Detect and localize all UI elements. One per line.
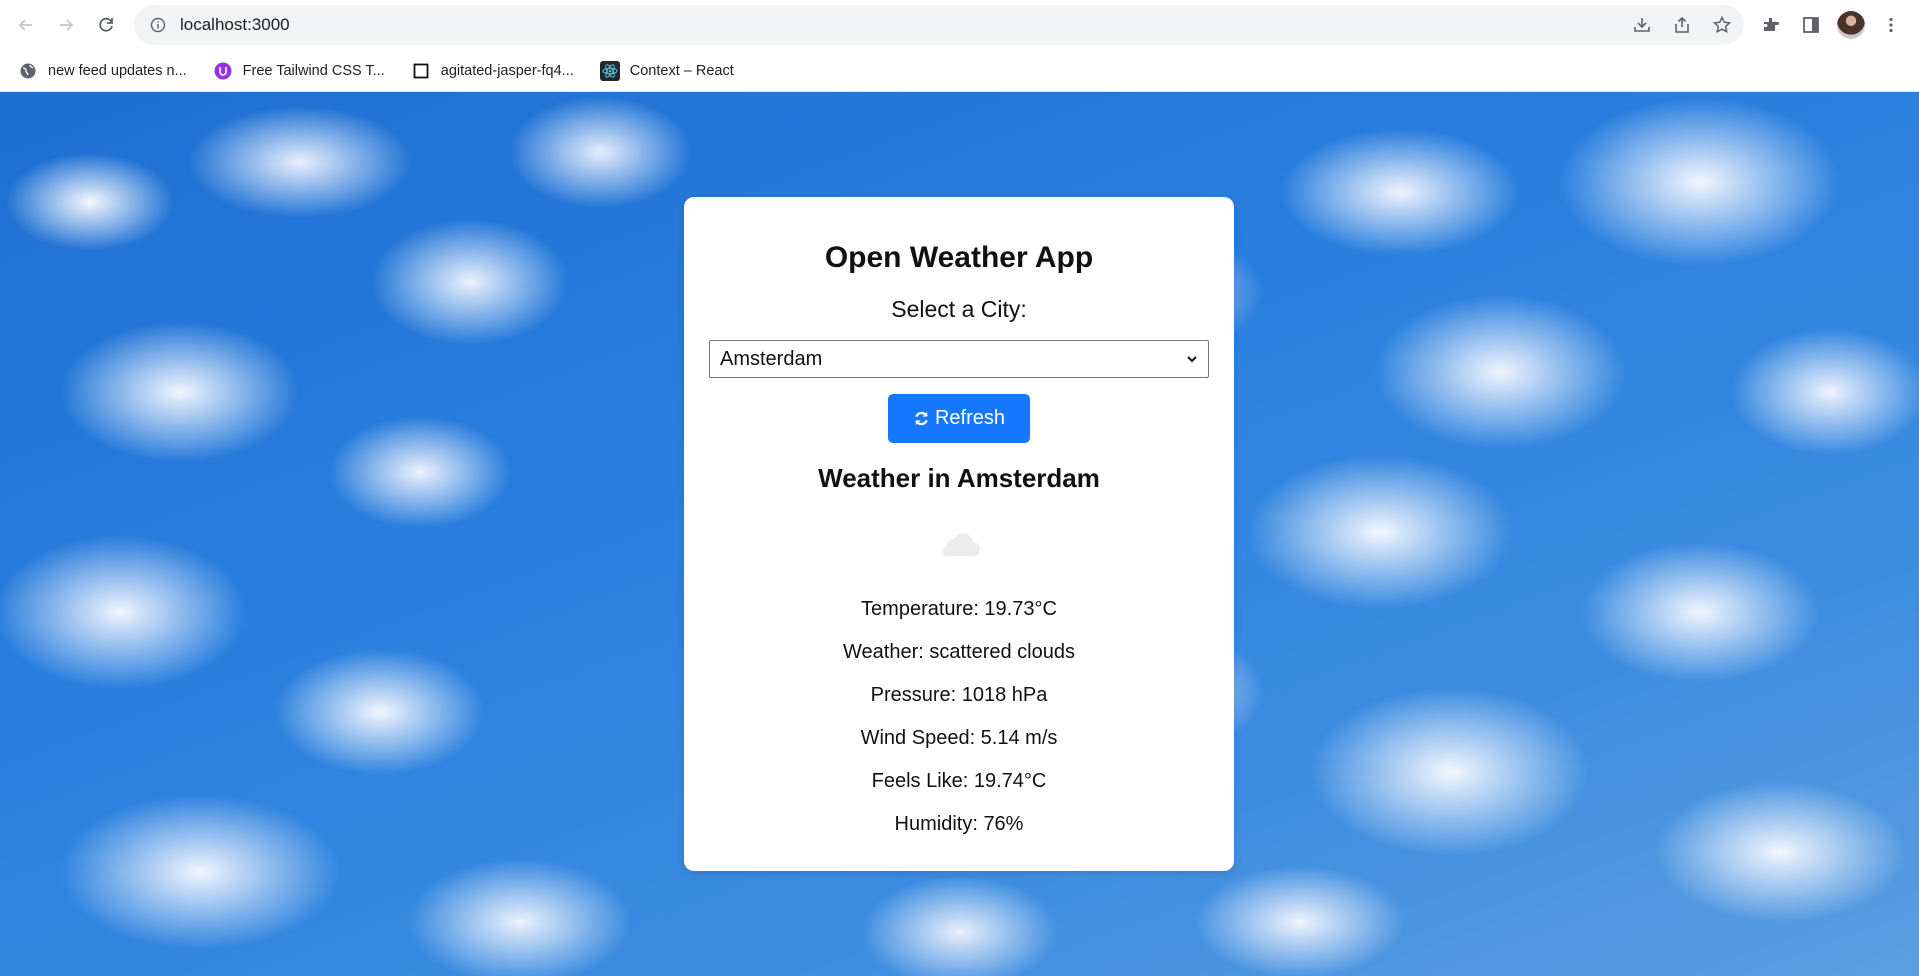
arrow-left-icon	[18, 19, 32, 31]
react-icon	[599, 60, 620, 81]
wind-speed-text: Wind Speed: 5.14 m/s	[860, 727, 1058, 749]
browser-actions	[1755, 5, 1907, 45]
bookmark-label: Context – React	[629, 62, 734, 79]
back-button[interactable]	[6, 5, 46, 45]
bookmark-label: agitated-jasper-fq4...	[440, 62, 574, 79]
refresh-icon	[913, 410, 930, 427]
bookmark-label: new feed updates n...	[48, 62, 187, 79]
avatar	[1837, 11, 1865, 39]
page-viewport: Open Weather App Select a City: Amsterda…	[0, 92, 1919, 976]
star-icon[interactable]	[1708, 11, 1736, 39]
city-select-value: Amsterdam	[720, 347, 823, 370]
browser-toolbar: localhost:3000	[0, 0, 1919, 50]
reload-button[interactable]	[86, 5, 126, 45]
weather-card: Open Weather App Select a City: Amsterda…	[684, 197, 1234, 871]
refresh-button[interactable]: Refresh	[888, 394, 1030, 443]
url-text[interactable]: localhost:3000	[180, 15, 290, 35]
temperature-text: Temperature: 19.73°C	[861, 598, 1057, 620]
pressure-text: Pressure: 1018 hPa	[870, 684, 1048, 706]
bookmark-item[interactable]: new feed updates n...	[8, 56, 197, 86]
codesandbox-icon	[411, 61, 431, 81]
page-title: Open Weather App	[824, 241, 1094, 274]
forward-button[interactable]	[46, 5, 86, 45]
bookmark-item[interactable]: agitated-jasper-fq4...	[401, 56, 584, 86]
city-select[interactable]: Amsterdam	[709, 340, 1209, 378]
bookmarks-bar: new feed updates n... Free Tailwind CSS …	[0, 50, 1919, 92]
bookmark-label: Free Tailwind CSS T...	[242, 62, 385, 79]
humidity-text: Humidity: 76%	[894, 813, 1024, 835]
profile-avatar[interactable]	[1835, 9, 1867, 41]
globe-icon	[18, 61, 38, 81]
chevron-down-icon	[1187, 356, 1197, 363]
weather-heading: Weather in Amsterdam	[818, 463, 1100, 493]
share-icon[interactable]	[1668, 11, 1696, 39]
omnibox-actions	[1628, 5, 1736, 45]
address-bar[interactable]: localhost:3000	[134, 5, 1744, 45]
extensions-icon[interactable]	[1755, 9, 1787, 41]
site-info-icon[interactable]	[146, 13, 170, 37]
feels-like-text: Feels Like: 19.74°C	[871, 770, 1047, 792]
bookmark-item[interactable]: Free Tailwind CSS T...	[203, 56, 395, 86]
tailwind-ui-icon	[213, 61, 233, 81]
side-panel-icon[interactable]	[1795, 9, 1827, 41]
bookmark-item[interactable]: Context – React	[590, 56, 744, 86]
arrow-right-icon	[60, 19, 74, 31]
menu-kebab-icon[interactable]	[1875, 9, 1907, 41]
reload-icon	[99, 17, 113, 32]
install-icon[interactable]	[1628, 11, 1656, 39]
refresh-label: Refresh	[934, 407, 1006, 429]
weather-description-text: Weather: scattered clouds	[843, 641, 1075, 663]
cloud-icon	[942, 533, 980, 556]
city-select-label: Select a City:	[891, 296, 1027, 322]
